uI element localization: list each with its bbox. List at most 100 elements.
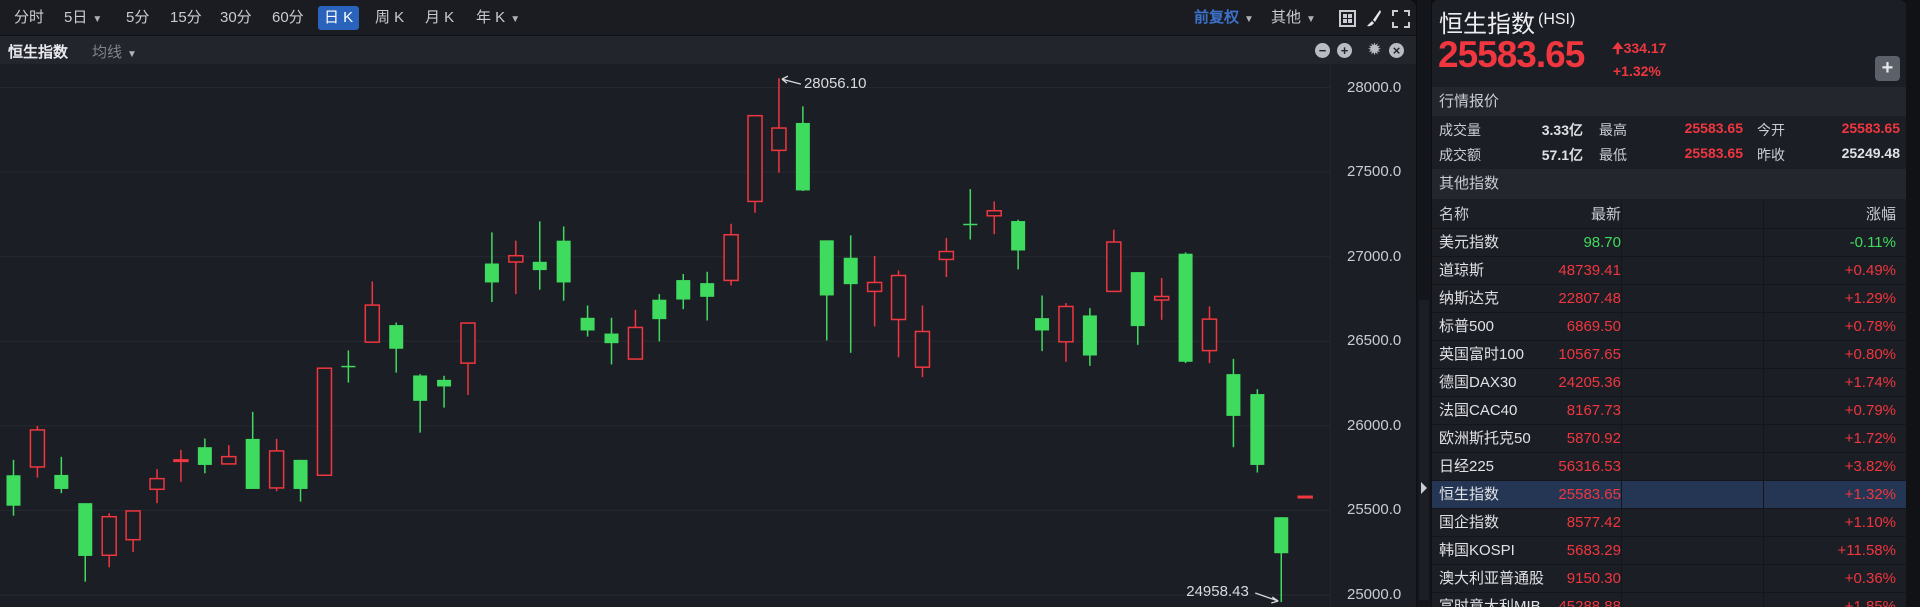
candle-body [723,234,739,282]
candle [890,270,907,358]
brush-icon[interactable] [1365,9,1382,27]
candle [54,456,69,494]
index-name: 澳大利亚普通股 [1439,570,1545,587]
panel-splitter[interactable] [1417,0,1431,607]
prev-close-value: 25249.48 [1841,145,1900,161]
period-tab-60min[interactable]: 60分 [268,6,308,30]
index-row[interactable]: 美元指数 98.70 -0.11% [1432,229,1906,257]
index-row[interactable]: 日经225 56316.53 +3.82% [1432,453,1906,481]
index-change: +3.82% [1844,458,1896,475]
open-label: 今开 [1757,122,1785,138]
index-row[interactable]: 道琼斯 48739.41 +0.49% [1432,257,1906,285]
period-yearly-label: 年 K [476,9,506,26]
candle-body [747,114,763,203]
adjust-dropdown[interactable]: 前复权 ▼ [1190,6,1258,30]
index-row[interactable]: 国企指数 8577.42 +1.10% [1432,509,1906,537]
zoom-in-icon[interactable]: + [1337,43,1352,58]
other-label: 其他 [1271,9,1302,26]
candle-body [101,515,117,557]
period-tab-yearly[interactable]: 年 K ▼ [472,6,524,30]
period-tab-intraday[interactable]: 分时 [10,6,48,30]
layout-grid-icon[interactable] [1339,10,1356,27]
period-tab-5day[interactable]: 5日 ▼ [60,6,106,30]
chart-symbol-title: 恒生指数 [8,44,69,61]
other-dropdown[interactable]: 其他 ▼ [1267,6,1320,30]
candle-body [1082,315,1097,356]
candle [819,240,834,341]
period-tab-monthly[interactable]: 月 K [421,6,458,30]
max-arrow-icon [781,75,802,85]
candle-body [890,274,907,321]
candlestick-plot[interactable] [0,64,1330,607]
index-row[interactable]: 欧洲斯托克50 5870.92 +1.72% [1432,425,1906,453]
period-tab-30min[interactable]: 30分 [216,6,256,30]
fullscreen-icon[interactable] [1392,10,1410,28]
index-row[interactable]: 韩国KOSPI 5683.29 +11.58% [1432,537,1906,565]
candle [1153,278,1170,320]
volume-label: 成交量 [1439,122,1481,138]
add-watchlist-button[interactable]: + [1875,56,1900,81]
other-index-section-header: 其他指数 [1432,169,1906,199]
period-tab-weekly[interactable]: 周 K [371,6,408,30]
gear-icon[interactable]: ✹ [1366,40,1383,59]
index-name: 美元指数 [1439,234,1500,251]
close-icon[interactable]: × [1389,43,1404,58]
period-tab-15min[interactable]: 15分 [166,6,206,30]
chart-panel: 分时 5日 ▼ 5分 15分 30分 60分 日 K 周 K 月 K 年 K ▼ 前… [0,0,1416,607]
index-row[interactable]: 法国CAC40 8167.73 +0.79% [1432,397,1906,425]
period-tab-daily[interactable]: 日 K [318,6,360,30]
candle-body [1153,295,1170,301]
period-toolbar: 分时 5日 ▼ 5分 15分 30分 60分 日 K 周 K 月 K 年 K ▼ 前… [0,0,1416,36]
index-row[interactable]: 英国富时100 10567.65 +0.80% [1432,341,1906,369]
index-change: +1.10% [1844,514,1896,531]
candle [197,438,212,474]
last-price: 25583.65 [1438,34,1585,75]
candle-body [580,317,595,331]
candle-body [771,127,787,152]
index-row[interactable]: 纳斯达克 22807.48 +1.29% [1432,285,1906,313]
collapse-arrow-icon[interactable] [1420,481,1428,495]
index-row[interactable]: 富时意大利MIB 45288.88 +1.85% [1432,593,1906,607]
index-change: +0.36% [1844,570,1896,587]
prev-close-label: 昨收 [1757,147,1785,163]
quote-panel: 恒生指数 (HSI) 25583.65 🠉334.17 +1.32% + 行情报… [1432,0,1906,607]
index-row[interactable]: 标普500 6869.50 +0.78% [1432,313,1906,341]
indicator-label: 均线 [92,44,123,61]
period-tab-5min[interactable]: 5分 [122,6,153,30]
candle [1274,517,1289,603]
candle [1250,389,1265,473]
candle [532,221,547,290]
candle-body [866,281,883,293]
candle-body [1201,318,1218,352]
candle-body [604,333,619,344]
chevron-down-icon: ▼ [92,14,103,25]
column-divider [1621,201,1622,607]
zoom-out-icon[interactable]: − [1315,43,1330,58]
candle-body [316,367,333,477]
quote-section-header: 行情报价 [1432,87,1906,116]
candle-body [173,459,189,463]
candle [914,305,931,378]
index-change: +1.32% [1844,486,1896,503]
candle-body [986,209,1002,217]
candle [101,513,117,568]
index-row[interactable]: 澳大利亚普通股 9150.30 +0.36% [1432,565,1906,593]
side-scroll-gutter[interactable] [1906,0,1920,607]
index-row[interactable]: 德国DAX30 24205.36 +1.74% [1432,369,1906,397]
indicator-dropdown[interactable]: 均线 ▼ [92,41,137,62]
candle-body [676,280,691,300]
candle-body [460,322,476,364]
candle-body [54,474,69,489]
index-row[interactable]: 恒生指数 25583.65 +1.32% [1432,481,1906,509]
high-value: 25583.65 [1684,120,1743,136]
index-name: 富时意大利MIB [1439,598,1541,607]
candle [723,223,739,286]
candle-body [293,459,308,489]
period-5day-label: 5日 [64,9,88,26]
y-tick-label: 26500.0 [1347,332,1402,350]
chevron-down-icon: ▼ [127,49,137,60]
amount-value: 57.1亿 [1541,147,1583,163]
candle [1058,303,1074,362]
table-header: 名称 最新 涨幅 [1432,201,1906,229]
candle [413,374,428,433]
